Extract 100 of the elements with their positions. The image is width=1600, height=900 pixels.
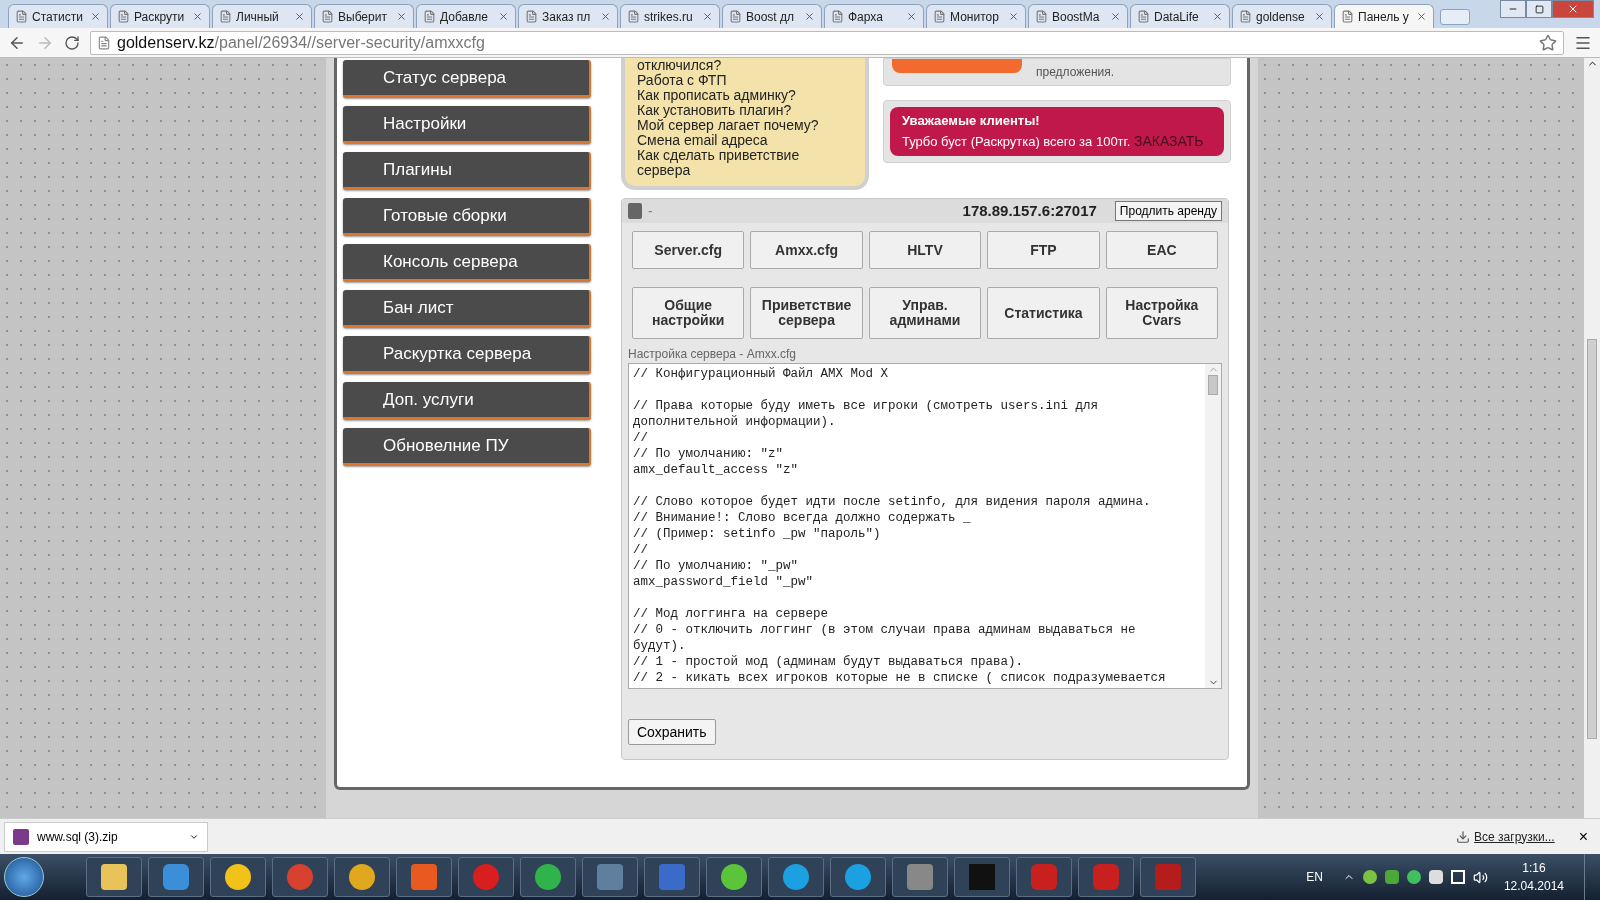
clock[interactable]: 1:16 12.04.2014 <box>1503 859 1564 895</box>
close-icon[interactable] <box>192 11 203 22</box>
taskbar-button[interactable] <box>706 857 762 897</box>
scroll-thumb[interactable] <box>1587 339 1597 739</box>
close-icon[interactable] <box>90 11 101 22</box>
close-icon[interactable] <box>396 11 407 22</box>
sidebar-item[interactable]: Статус сервера <box>343 60 591 98</box>
close-icon[interactable] <box>1416 11 1427 22</box>
taskbar-button[interactable] <box>768 857 824 897</box>
taskbar-button[interactable] <box>334 857 390 897</box>
download-item[interactable]: www.sql (3).zip <box>4 821 208 852</box>
faq-link[interactable]: Работа с ФТП <box>637 73 825 88</box>
code-line: // Конфигурационный Файл AMX Mod X <box>633 366 890 382</box>
config-tab[interactable]: HLTV <box>868 231 982 269</box>
scroll-thumb[interactable] <box>1208 375 1218 395</box>
close-icon[interactable] <box>1212 11 1223 22</box>
settings-tab[interactable]: Приветствие сервера <box>750 287 863 339</box>
taskbar-button[interactable] <box>954 857 1010 897</box>
all-downloads-link[interactable]: Все загрузки... <box>1474 827 1555 846</box>
taskbar-button[interactable] <box>210 857 266 897</box>
close-icon[interactable] <box>498 11 509 22</box>
scrollbar[interactable] <box>1205 364 1221 688</box>
config-tab[interactable]: FTP <box>987 231 1100 269</box>
bookmark-star-icon[interactable] <box>1539 33 1557 52</box>
close-icon[interactable] <box>600 11 611 22</box>
faq-link[interactable]: Как сделать приветствие сервера <box>637 148 825 178</box>
config-tab[interactable]: Amxx.cfg <box>750 231 863 269</box>
code-line: amx_password_field "_pw" <box>633 574 815 590</box>
config-editor[interactable] <box>628 363 1222 689</box>
sidebar-item[interactable]: Готовые сборки <box>343 198 591 236</box>
page-scrollbar[interactable] <box>1584 58 1600 818</box>
minimize-button[interactable] <box>1500 0 1526 18</box>
taskbar-button[interactable] <box>148 857 204 897</box>
browser-tab[interactable]: Раскрути <box>110 4 210 28</box>
browser-tab[interactable]: Панель у <box>1334 4 1434 28</box>
settings-tab[interactable]: Управ. админами <box>868 287 982 339</box>
taskbar-button[interactable] <box>396 857 452 897</box>
sidebar-item[interactable]: Консоль сервера <box>343 244 591 282</box>
tab-title: Личный <box>236 8 280 26</box>
close-icon[interactable] <box>804 11 815 22</box>
close-icon[interactable] <box>1008 11 1019 22</box>
tab-title: Раскрути <box>134 8 186 26</box>
language-indicator[interactable]: EN <box>1306 868 1323 886</box>
tray-icon[interactable] <box>1362 870 1377 884</box>
faq-link[interactable]: Смена email адреса <box>637 133 825 148</box>
code-line: // По умолчанию: "_pw" <box>633 558 800 574</box>
settings-tab[interactable]: Настройка Cvars <box>1105 287 1219 339</box>
sidebar-item[interactable]: Раскуртка сервера <box>343 336 591 374</box>
tray-icon[interactable] <box>1384 870 1399 884</box>
browser-tab[interactable]: Заказ пл <box>518 4 618 28</box>
settings-tab[interactable]: Статистика <box>987 287 1100 339</box>
address-bar[interactable]: goldenserv.kz/panel/26934//server-security/amxxcfg <box>90 30 1564 55</box>
close-icon[interactable]: × <box>1578 824 1588 849</box>
page-icon <box>729 10 742 23</box>
page-icon <box>423 10 436 23</box>
settings-tab[interactable]: Общие настройки <box>632 287 745 339</box>
browser-tab[interactable]: Фарха <box>824 4 924 28</box>
taskbar-button[interactable] <box>892 857 948 897</box>
start-button[interactable] <box>4 857 44 897</box>
faq-link[interactable]: Мой сервер лагает почему? <box>637 118 825 133</box>
sidebar-item[interactable]: Обновелние ПУ <box>343 428 591 466</box>
browser-tab[interactable]: Статисти <box>8 4 108 28</box>
browser-tab[interactable]: Личный <box>212 4 312 28</box>
taskbar-button[interactable] <box>86 857 142 897</box>
browser-tab[interactable]: Выберит <box>314 4 414 28</box>
faq-link[interactable]: Как прописать админку? <box>637 88 825 103</box>
maximize-button[interactable] <box>1526 0 1552 18</box>
close-icon[interactable] <box>1110 11 1121 22</box>
tab-title: Монитор <box>950 8 1000 26</box>
config-tab[interactable]: Server.cfg <box>632 231 745 269</box>
browser-tab[interactable]: DataLife <box>1130 4 1230 28</box>
taskbar-button[interactable] <box>830 857 886 897</box>
browser-tab[interactable]: BoostMa <box>1028 4 1128 28</box>
browser-tab[interactable]: goldense <box>1232 4 1332 28</box>
tab-title: BoostMa <box>1052 8 1101 26</box>
faq-link[interactable]: отключился? <box>637 58 825 73</box>
browser-tab[interactable]: Добавле <box>416 4 516 28</box>
close-icon[interactable] <box>294 11 305 22</box>
volume-icon[interactable] <box>1472 869 1488 885</box>
sidebar-item[interactable]: Настройки <box>343 106 591 144</box>
tab-title: goldense <box>1256 8 1306 26</box>
browser-tab[interactable]: Boost дл <box>722 4 822 28</box>
renew-button[interactable]: Продлить аренду <box>1114 201 1222 221</box>
sidebar-item[interactable]: Плагины <box>343 152 591 190</box>
tray-icon[interactable] <box>1406 870 1421 884</box>
close-icon[interactable] <box>1314 11 1325 22</box>
faq-link[interactable]: Как установить плагин? <box>637 103 825 118</box>
browser-tab[interactable]: strikes.ru <box>620 4 720 28</box>
taskbar-button[interactable] <box>582 857 638 897</box>
close-icon[interactable] <box>906 11 917 22</box>
taskbar-button[interactable] <box>520 857 576 897</box>
sidebar-item[interactable]: Доп. услуги <box>343 382 591 420</box>
save-button[interactable]: Сохранить <box>628 719 716 745</box>
editor-label: Настройка сервера - Amxx.cfg <box>627 346 798 363</box>
sidebar-item[interactable]: Бан лист <box>343 290 591 328</box>
config-tab[interactable]: EAC <box>1105 231 1219 269</box>
reload-icon[interactable] <box>64 34 80 51</box>
close-icon[interactable] <box>702 11 713 22</box>
browser-tab[interactable]: Монитор <box>926 4 1026 28</box>
support-text: предложения. <box>1036 64 1115 81</box>
